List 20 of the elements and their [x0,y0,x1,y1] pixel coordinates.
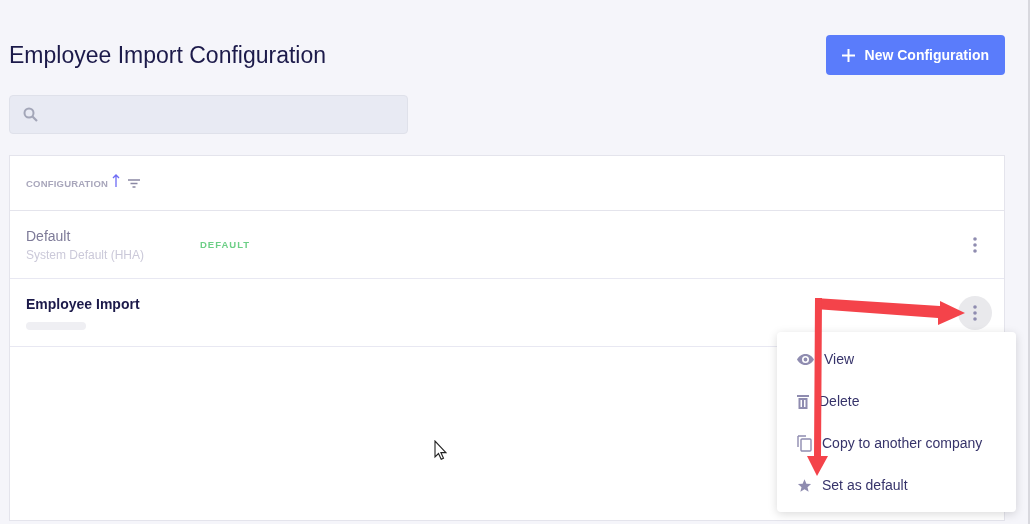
more-icon [973,304,977,321]
default-label: DEFAULT [200,239,251,250]
menu-item[interactable]: Copy to another company [777,422,1016,464]
more-button[interactable] [958,295,992,330]
more-icon [973,236,977,253]
sort-arrow-icon[interactable] [112,173,121,187]
filter-icon[interactable] [128,178,141,188]
configuration-name: Default [26,227,72,244]
cursor-icon [434,440,447,460]
trash-icon [797,393,809,409]
eye-icon [797,353,814,365]
new-configuration-button[interactable]: New Configuration [825,35,1005,75]
plus-icon [841,48,855,62]
page-title: Employee Import Configuration [9,41,327,69]
search-icon [23,107,38,122]
copy-icon [797,434,812,452]
menu-item[interactable]: Set as default [777,464,1016,506]
configuration-name: Employee Import [26,295,141,312]
search-field[interactable] [9,95,408,134]
star-icon [797,477,812,493]
